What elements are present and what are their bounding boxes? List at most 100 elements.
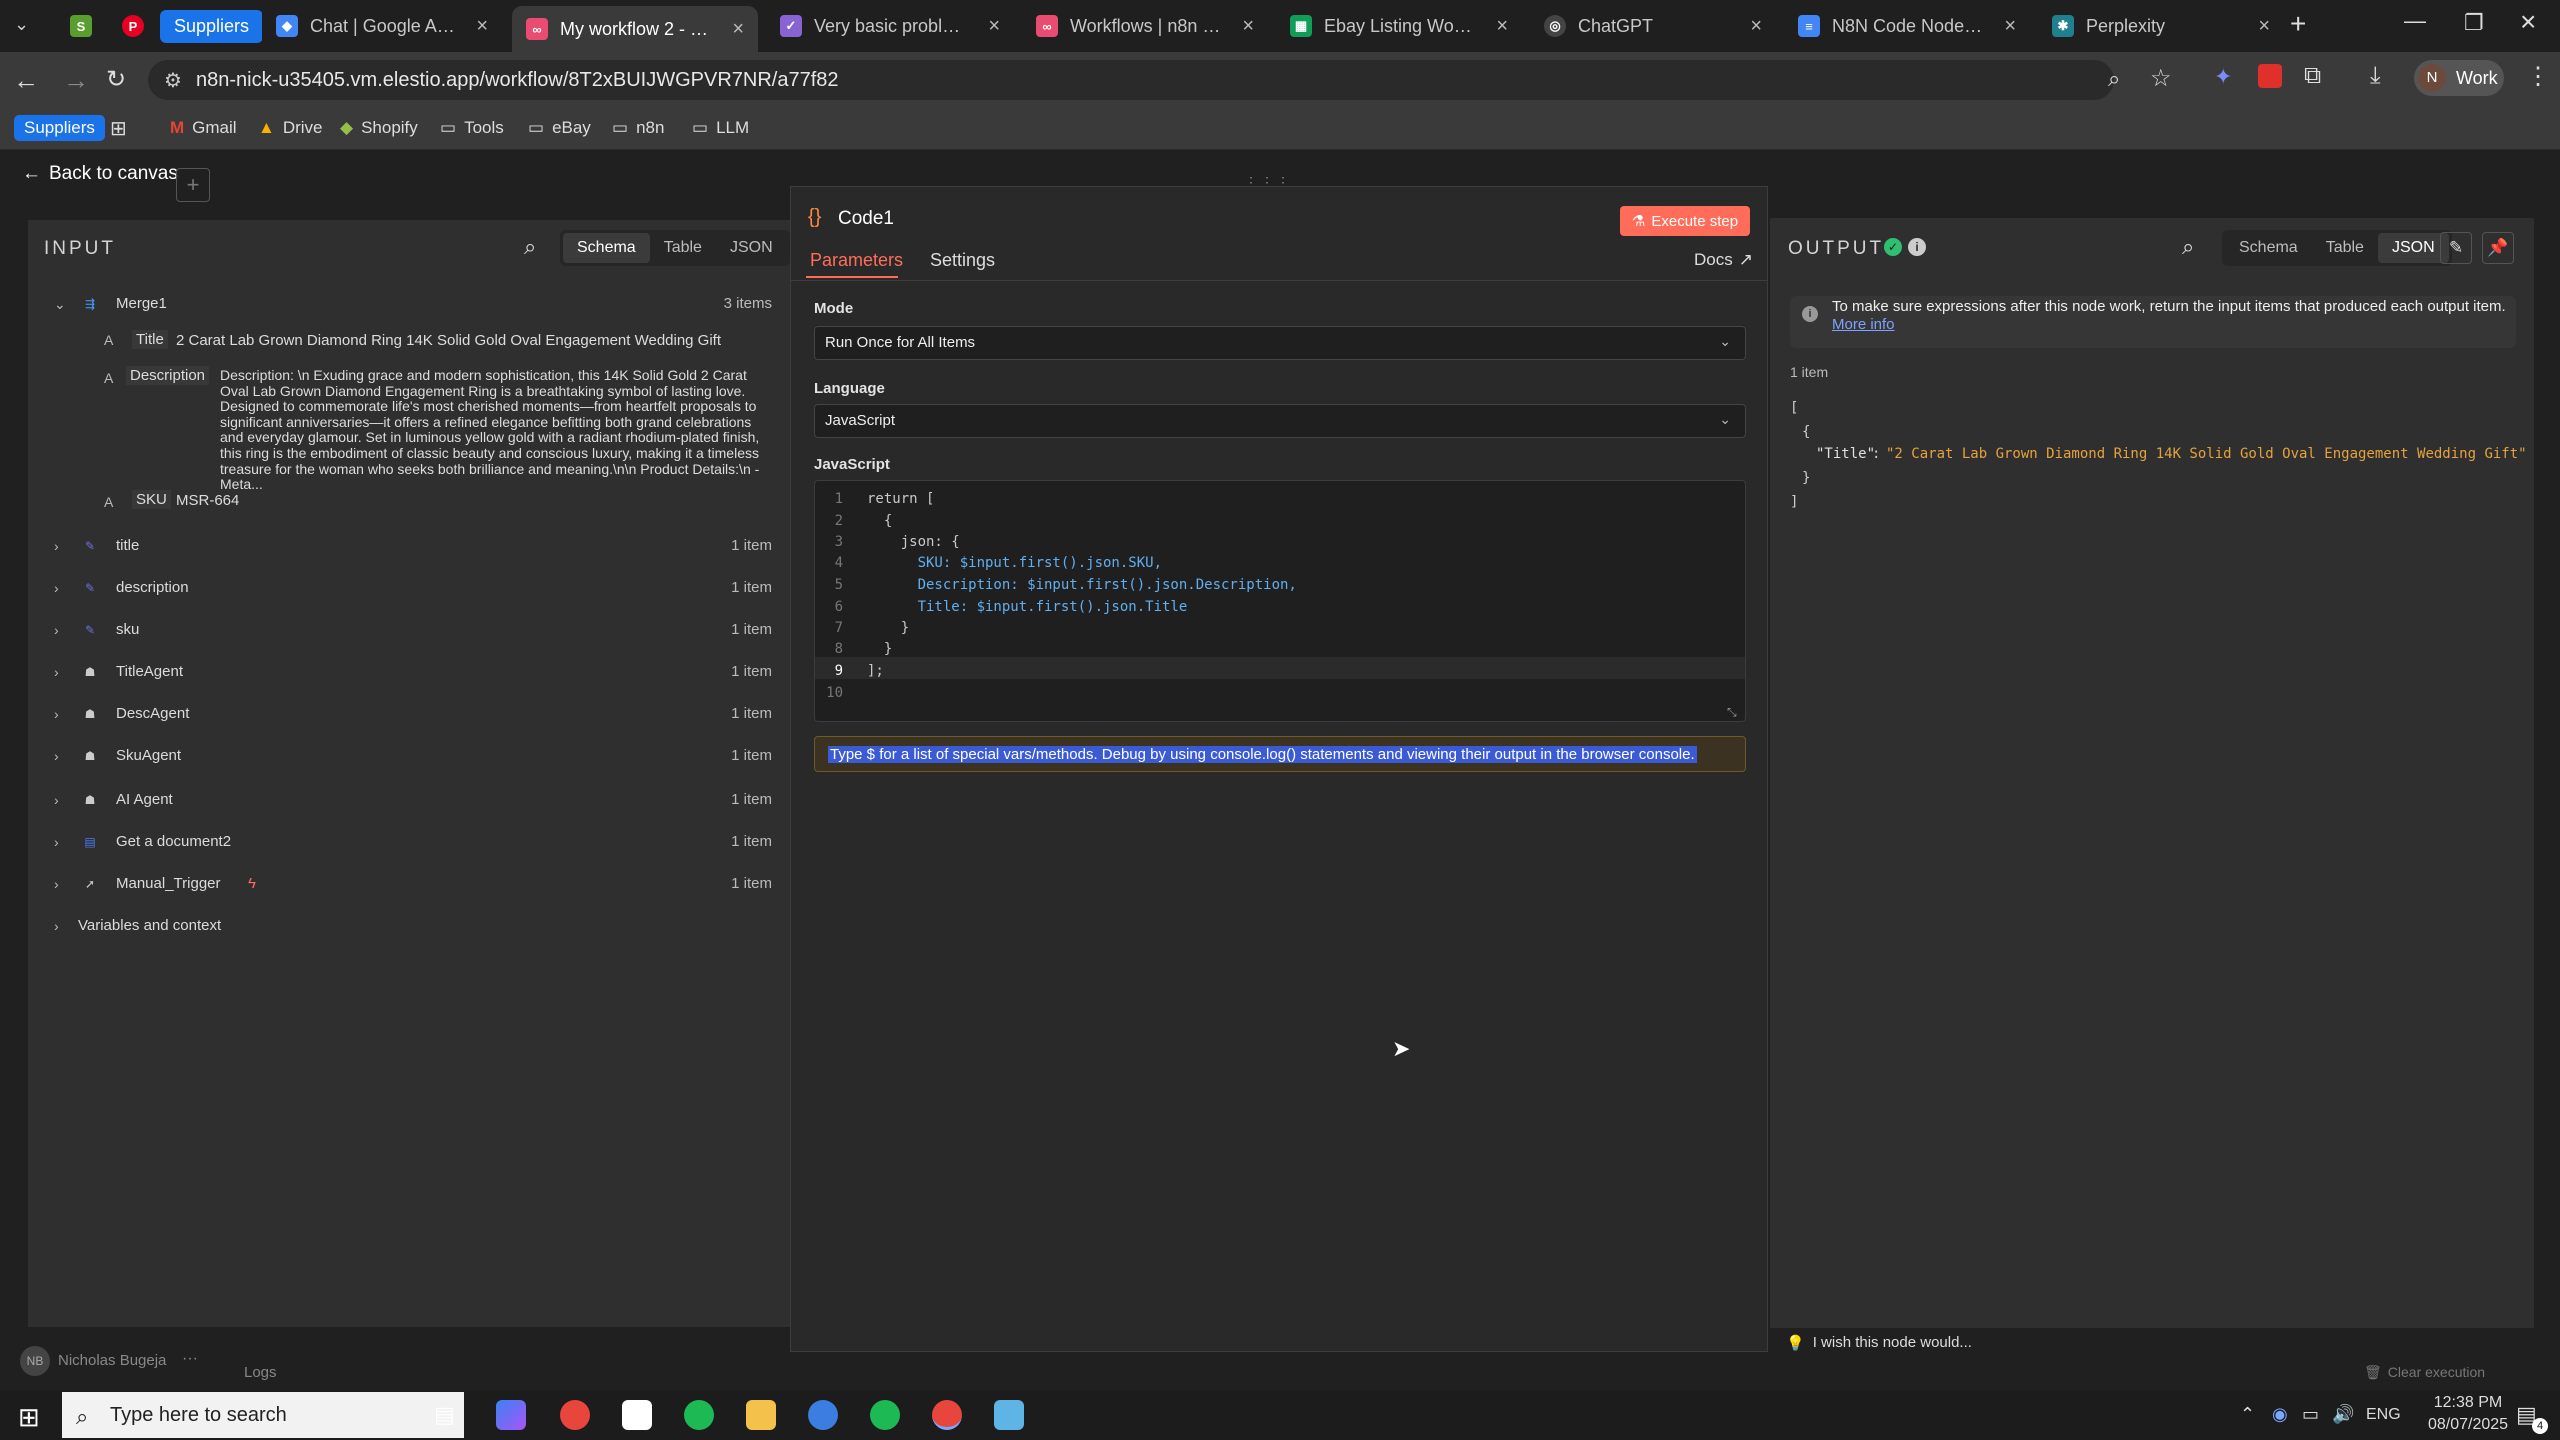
chevron-down-icon[interactable]: ⌄ (54, 296, 66, 313)
bookmark-folder-n8n[interactable]: ▭ n8n (612, 114, 664, 142)
search-icon[interactable]: ⌕ (2182, 234, 2194, 260)
tab-parameters[interactable]: Parameters (810, 250, 903, 271)
browser-menu-icon[interactable]: ⋮ (2526, 62, 2550, 91)
bookmark-drive[interactable]: ▲ Drive (258, 114, 323, 142)
tab-search-chevron-icon[interactable]: ⌄ (14, 14, 29, 35)
close-tab-icon[interactable]: × (1750, 15, 1762, 38)
language-select[interactable]: JavaScript ⌄ (814, 404, 1746, 438)
close-tab-icon[interactable]: × (732, 18, 744, 41)
site-info-icon[interactable]: ⚙ (164, 68, 182, 93)
input-node[interactable]: › ✎ title 1 item (28, 530, 790, 570)
restore-icon[interactable]: ❐ (2464, 10, 2484, 36)
bookmark-shopify[interactable]: ◆ Shopify (340, 114, 418, 142)
close-tab-icon[interactable]: × (2258, 15, 2270, 38)
chevron-right-icon[interactable]: › (54, 748, 59, 764)
bookmark-folder-ebay[interactable]: ▭ eBay (528, 114, 591, 142)
chevron-right-icon[interactable]: › (54, 834, 59, 850)
extensions-puzzle-icon[interactable]: ⧉ (2304, 62, 2321, 90)
language-indicator[interactable]: ENG (2366, 1406, 2401, 1424)
feedback-link[interactable]: 💡 I wish this node would... (1786, 1334, 1972, 1352)
tab-code-node-doc[interactable]: ≡ N8N Code Node for Goo × (1784, 6, 2030, 46)
file-explorer-icon[interactable] (746, 1400, 776, 1430)
chevron-right-icon[interactable]: › (54, 580, 59, 596)
info-icon[interactable]: i (1908, 238, 1926, 256)
chevron-right-icon[interactable]: › (54, 664, 59, 680)
chevron-right-icon[interactable]: › (54, 918, 59, 934)
reload-icon[interactable]: ↻ (100, 64, 132, 96)
extension-icon[interactable]: ✦ (2214, 64, 2232, 90)
back-to-canvas-link[interactable]: ← Back to canvas (22, 163, 178, 185)
close-tab-icon[interactable]: × (1496, 15, 1508, 38)
close-tab-icon[interactable]: × (1242, 15, 1254, 38)
tab-n8n-docs[interactable]: ∞ Workflows | n8n Docs × (1022, 6, 1268, 46)
input-node[interactable]: › ☗ SkuAgent 1 item (28, 740, 790, 780)
close-tab-icon[interactable]: × (988, 15, 1000, 38)
tab-ai-studio[interactable]: ◆ Chat | Google AI Studio × (262, 6, 502, 46)
notion-icon[interactable] (622, 1400, 652, 1430)
network-icon[interactable]: ▭ (2302, 1404, 2319, 1425)
tray-app-icon[interactable]: ◉ (2272, 1404, 2288, 1425)
clock-time[interactable]: 12:38 PM (2428, 1394, 2508, 1412)
pin-data-button[interactable]: 📌 (2482, 232, 2514, 264)
downloads-icon[interactable]: ⤓ (2370, 62, 2381, 90)
input-node[interactable]: › ☗ TitleAgent 1 item (28, 656, 790, 696)
bookmark-gmail[interactable]: M Gmail (170, 114, 237, 142)
tab-shopify[interactable]: S (56, 6, 96, 46)
chevron-right-icon[interactable]: › (54, 876, 59, 892)
input-node[interactable]: › ➚ Manual_Trigger ϟ 1 item (28, 868, 790, 908)
app-icon[interactable] (808, 1400, 838, 1430)
field-key-title[interactable]: Title (132, 330, 168, 349)
close-tab-icon[interactable]: × (476, 15, 488, 38)
chevron-right-icon[interactable]: › (54, 538, 59, 554)
tab-perplexity[interactable]: ✱ Perplexity × (2038, 6, 2284, 46)
tab-table[interactable]: Table (2312, 233, 2378, 263)
input-node[interactable]: › ▤ Get a document2 1 item (28, 826, 790, 866)
app-icon[interactable] (994, 1400, 1024, 1430)
input-node[interactable]: › ✎ description 1 item (28, 572, 790, 612)
tab-json[interactable]: JSON (716, 233, 787, 263)
field-key-sku[interactable]: SKU (132, 490, 171, 509)
input-node-merge1[interactable]: ⌄ ⇶ Merge1 3 items (28, 288, 790, 328)
bookmark-folder-tools[interactable]: ▭ Tools (440, 114, 504, 142)
bookmark-folder-llm[interactable]: ▭ LLM (692, 114, 749, 142)
zoom-icon[interactable]: ⌕ (2108, 66, 2120, 92)
field-key-description[interactable]: Description (126, 366, 210, 385)
close-window-icon[interactable]: × (2520, 6, 2536, 38)
tray-chevron-up-icon[interactable]: ⌃ (2240, 1404, 2255, 1425)
chrome-icon[interactable] (932, 1400, 962, 1430)
node-name[interactable]: Code1 (838, 208, 894, 230)
chevron-right-icon[interactable]: › (54, 622, 59, 638)
new-tab-icon[interactable]: + (2290, 8, 2306, 40)
bookmark-suppliers[interactable]: Suppliers (14, 114, 105, 142)
avatar[interactable]: NB (20, 1346, 50, 1376)
spotify-icon[interactable] (684, 1400, 714, 1430)
search-icon[interactable]: ⌕ (524, 234, 536, 260)
tab-ebay-sheet[interactable]: ▦ Ebay Listing Workflows × (1276, 6, 1522, 46)
forward-icon[interactable]: → (60, 64, 92, 96)
copilot-icon[interactable] (496, 1400, 526, 1430)
tab-suppliers[interactable]: Suppliers (160, 6, 262, 46)
user-menu-icon[interactable]: ··· (182, 1350, 198, 1368)
tab-pinterest[interactable]: P (108, 6, 148, 46)
tab-chatgpt[interactable]: ◎ ChatGPT × (1530, 6, 1776, 46)
input-node[interactable]: › ☗ DescAgent 1 item (28, 698, 790, 738)
tab-settings[interactable]: Settings (930, 250, 995, 271)
add-tab-icon[interactable]: + (176, 168, 210, 202)
windows-start-icon[interactable]: ⊞ (18, 1402, 40, 1433)
minimize-icon[interactable]: — (2404, 8, 2426, 34)
more-info-link[interactable]: More info (1832, 316, 1895, 333)
variables-and-context[interactable]: › Variables and context (28, 910, 790, 950)
tab-my-workflow[interactable]: ∞ My workflow 2 - n8n × (512, 6, 758, 52)
clear-execution-button[interactable]: 🗑 Clear execution (2364, 1364, 2485, 1381)
tab-schema[interactable]: Schema (2225, 233, 2312, 263)
back-icon[interactable]: ← (10, 64, 42, 96)
tab-table[interactable]: Table (650, 233, 716, 263)
tab-json[interactable]: JSON (2377, 233, 2449, 263)
extension-download-icon[interactable] (2258, 64, 2282, 88)
tab-community[interactable]: ✓ Very basic problem with × (766, 6, 1014, 46)
input-node[interactable]: › ☗ AI Agent 1 item (28, 784, 790, 824)
clock-date[interactable]: 08/07/2025 (2428, 1416, 2508, 1434)
chevron-right-icon[interactable]: › (54, 706, 59, 722)
chevron-right-icon[interactable]: › (54, 792, 59, 808)
volume-icon[interactable]: 🔊 (2332, 1404, 2354, 1425)
